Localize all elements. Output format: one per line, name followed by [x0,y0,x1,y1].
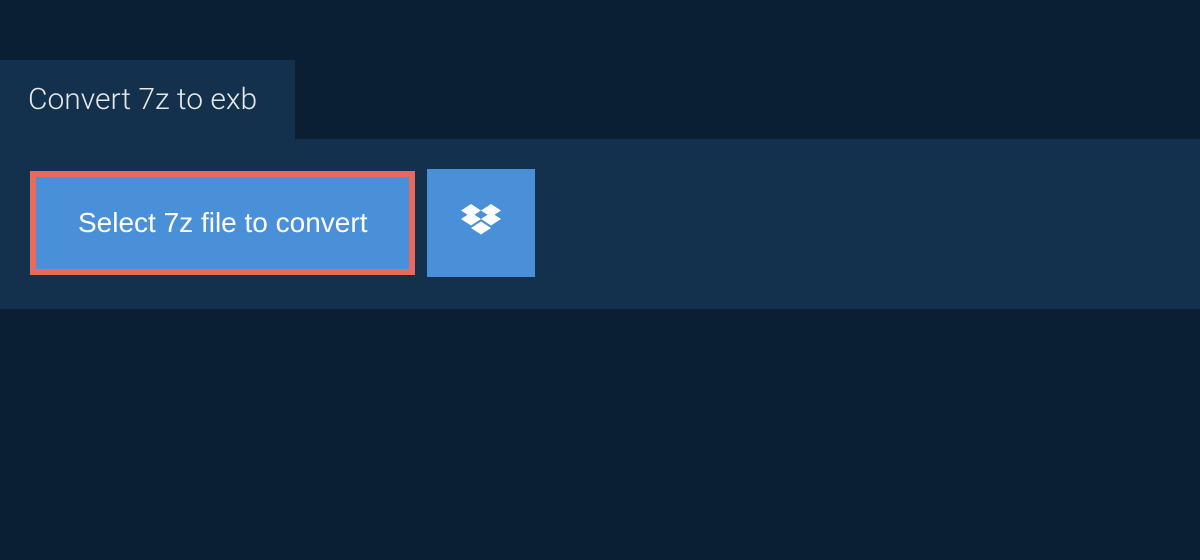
dropbox-button[interactable] [427,169,535,277]
select-file-button[interactable]: Select 7z file to convert [36,177,409,269]
dropbox-icon [461,204,501,243]
tab-container: Convert 7z to exb [0,60,1200,139]
select-file-label: Select 7z file to convert [78,207,367,238]
tab-title: Convert 7z to exb [28,82,257,117]
tab-convert[interactable]: Convert 7z to exb [0,60,295,139]
upload-panel: Select 7z file to convert [0,139,1200,309]
select-button-highlight: Select 7z file to convert [30,171,415,275]
